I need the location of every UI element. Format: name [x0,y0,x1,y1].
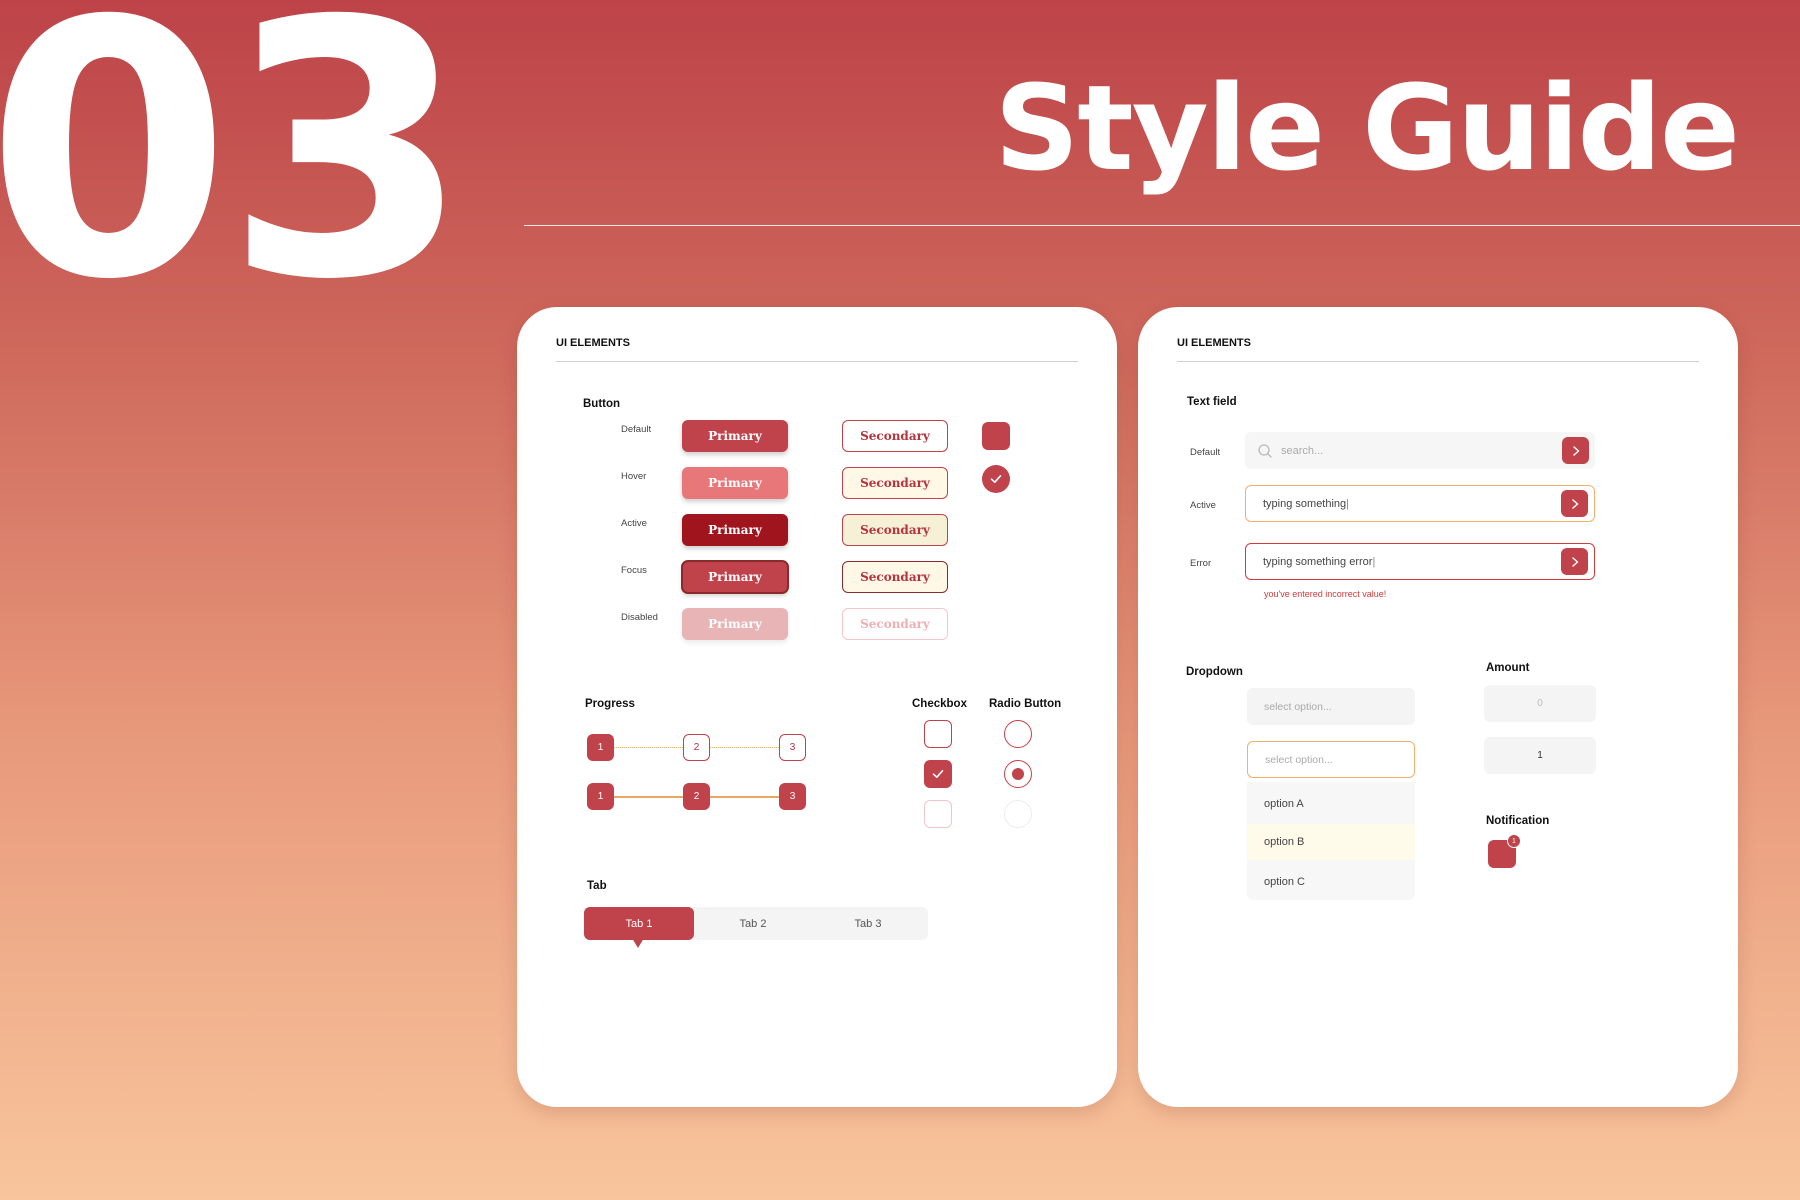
progress-step-1: 1 [587,783,614,810]
text-field-active[interactable]: typing something | [1245,485,1595,522]
tab-1[interactable]: Tab 1 [584,907,694,940]
chevron-right-icon [1572,445,1579,456]
progress-step-2: 2 [683,734,710,761]
amount-stepper-empty[interactable]: 0 [1484,685,1596,722]
check-icon [990,475,1002,483]
secondary-button-hover[interactable]: Secondary [842,467,948,499]
primary-button-active[interactable]: Primary [682,514,788,546]
tab-section-label: Tab [587,880,607,892]
icon-button-square[interactable] [982,422,1010,450]
dropdown-option-b[interactable]: option B [1247,824,1415,860]
page-title: Style Guide [994,59,1740,197]
tab-3[interactable]: Tab 3 [813,907,923,940]
dropdown-closed[interactable]: select option... [1247,688,1415,725]
state-label-active: Active [1190,500,1216,511]
progress-connector [710,747,781,748]
card-heading: UI ELEMENTS [556,337,1078,362]
active-tab-pointer [632,938,644,948]
secondary-button-focus[interactable]: Secondary [842,561,948,593]
radio-section-label: Radio Button [989,698,1062,710]
progress-step-3: 3 [779,783,806,810]
progress-connector [614,796,685,798]
tab-2[interactable]: Tab 2 [698,907,808,940]
check-icon [932,770,944,778]
secondary-button-disabled: Secondary [842,608,948,640]
dropdown-option-c[interactable]: option C [1247,864,1415,900]
primary-button-hover[interactable]: Primary [682,467,788,499]
state-label-active: Active [621,518,647,529]
state-label-disabled: Disabled [621,612,658,623]
title-divider [524,225,1800,226]
radio-disabled [1004,800,1032,828]
primary-button-disabled: Primary [682,608,788,640]
button-section-label: Button [583,398,621,410]
search-icon [1258,443,1272,458]
dropdown-menu: option A option B option C [1247,782,1415,900]
state-label-default: Default [1190,447,1221,458]
progress-section-label: Progress [585,698,635,710]
radio-dot [1012,768,1024,780]
dropdown-section-label: Dropdown [1186,666,1243,678]
progress-step-2: 2 [683,783,710,810]
card-heading: UI ELEMENTS [1177,337,1699,362]
ui-elements-card-left: UI ELEMENTS Button Default Hover Active … [517,307,1117,1107]
checkbox-disabled [924,800,952,828]
secondary-button-default[interactable]: Secondary [842,420,948,452]
primary-button-focus[interactable]: Primary [681,560,789,594]
text-field-value: typing something error [1263,555,1373,568]
state-label-default: Default [621,424,652,435]
dropdown-option-a[interactable]: option A [1247,786,1415,822]
progress-connector [614,747,685,748]
progress-step-3: 3 [779,734,806,761]
error-message: you've entered incorrect value! [1264,589,1387,599]
state-label-error: Error [1190,558,1212,569]
progress-connector [710,796,781,798]
notification-section-label: Notification [1486,815,1550,827]
checkbox-checked[interactable] [924,760,952,788]
submit-button[interactable] [1562,437,1589,464]
section-number: 03 [0,0,470,357]
progress-step-1: 1 [587,734,614,761]
amount-stepper-filled[interactable]: 1 [1484,737,1596,774]
tab-bar: Tab 1 Tab 2 Tab 3 [584,907,928,948]
text-field-error[interactable]: typing something error | [1245,543,1595,580]
search-placeholder: search... [1281,444,1324,457]
text-field-value: typing something [1263,497,1347,510]
state-label-hover: Hover [621,471,647,482]
ui-elements-card-right: UI ELEMENTS Text field Default Active Er… [1138,307,1738,1107]
checkbox-unchecked[interactable] [924,720,952,748]
text-field-section-label: Text field [1187,396,1237,408]
amount-section-label: Amount [1486,662,1530,674]
chevron-right-icon [1571,498,1578,509]
primary-button-default[interactable]: Primary [682,420,788,452]
secondary-button-active[interactable]: Secondary [842,514,948,546]
icon-button-check[interactable] [982,465,1010,493]
notification-badge: 1 [1507,834,1521,848]
radio-selected[interactable] [1004,760,1032,788]
radio-unselected[interactable] [1004,720,1032,748]
checkbox-section-label: Checkbox [912,698,967,710]
state-label-focus: Focus [621,565,647,576]
dropdown-open[interactable]: select option... [1247,741,1415,778]
submit-button[interactable] [1561,548,1588,575]
search-field-default[interactable]: search... [1245,432,1595,469]
submit-button[interactable] [1561,490,1588,517]
chevron-right-icon [1571,556,1578,567]
